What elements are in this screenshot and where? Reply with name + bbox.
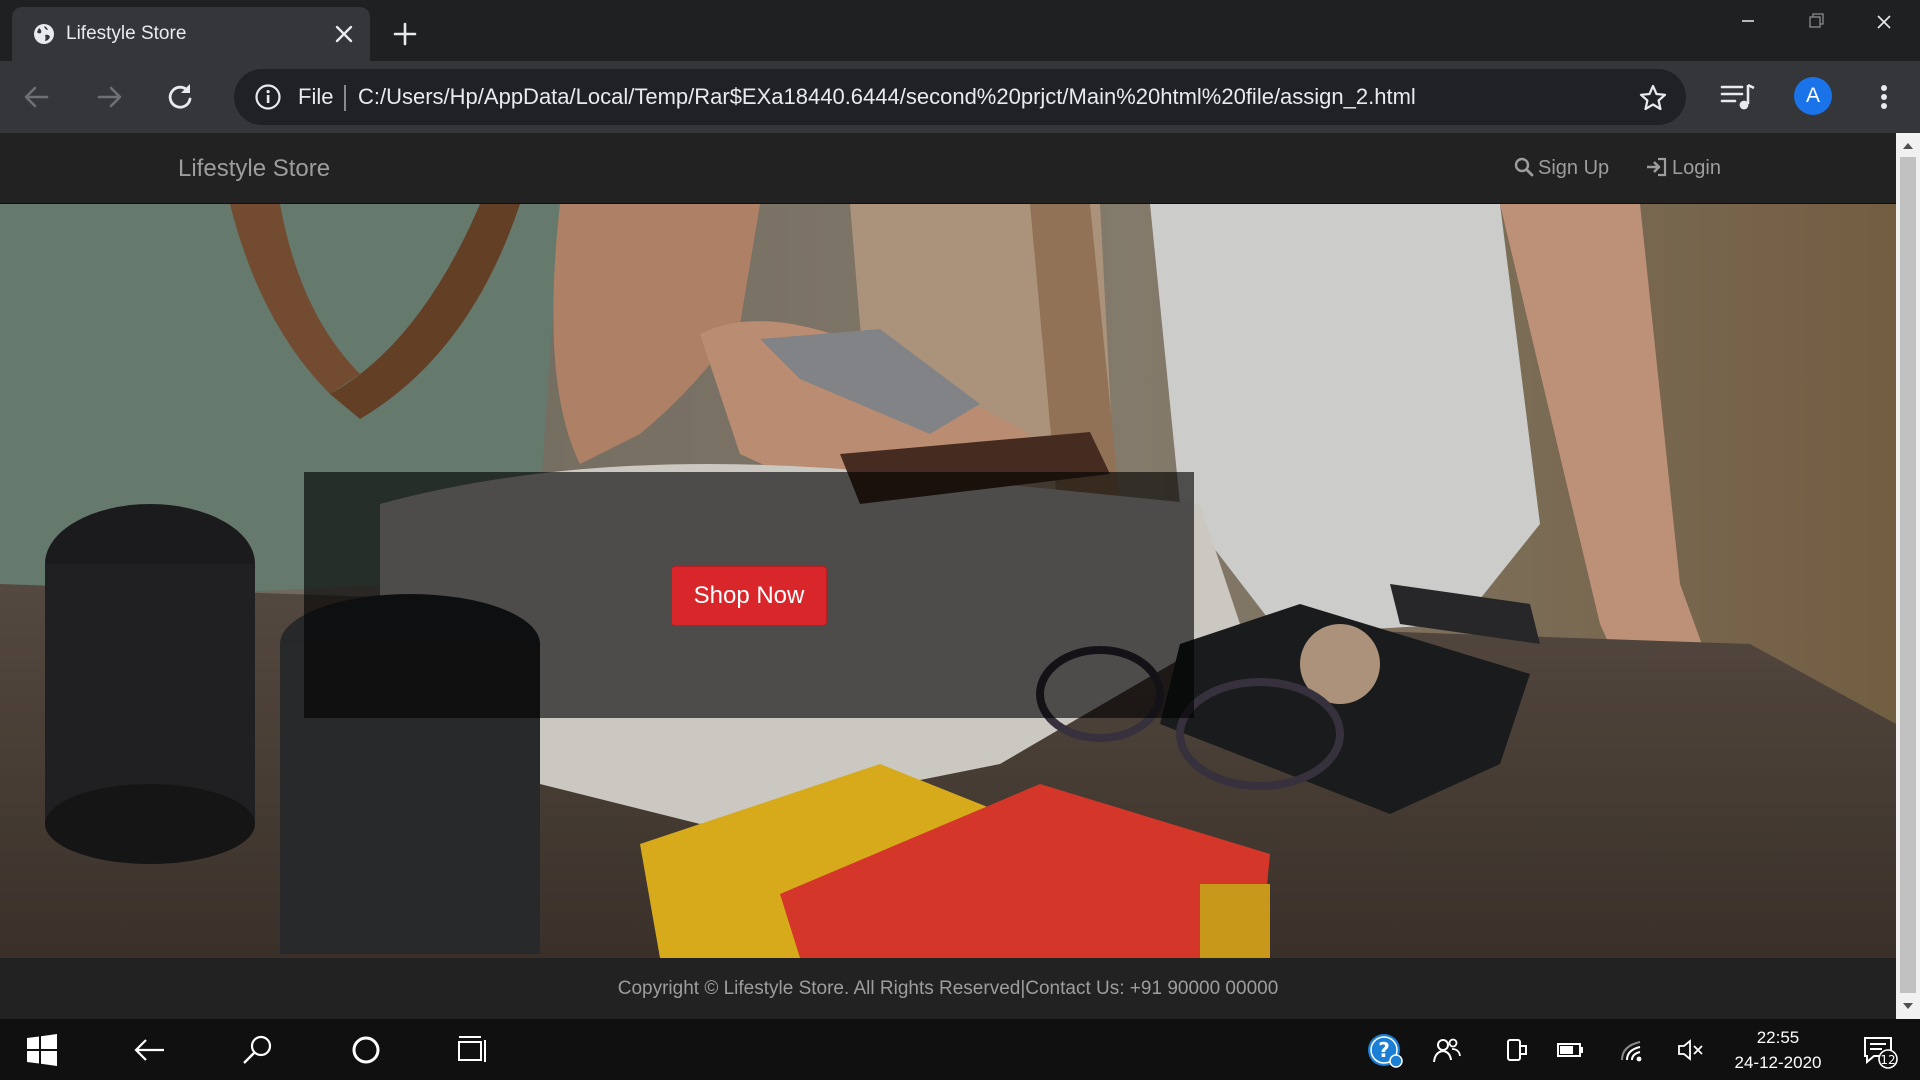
wifi-icon[interactable] xyxy=(1618,1036,1648,1064)
people-icon[interactable] xyxy=(1432,1036,1462,1064)
battery-icon[interactable] xyxy=(1556,1036,1586,1064)
system-clock[interactable]: 22:55 24-12-2020 xyxy=(1720,1025,1836,1075)
signup-label: Sign Up xyxy=(1538,157,1610,179)
windows-taskbar: ? 22:55 24-12-2020 12 xyxy=(0,1019,1920,1080)
notification-count: 12 xyxy=(1880,1053,1895,1067)
browser-tabstrip: Lifestyle Store xyxy=(0,0,1920,61)
cortana-circle-icon[interactable] xyxy=(348,1032,384,1068)
login-label: Login xyxy=(1672,157,1721,179)
taskbar-back-icon[interactable] xyxy=(132,1032,168,1068)
address-scheme-label: File xyxy=(298,84,334,109)
scroll-up-arrow-icon[interactable] xyxy=(1902,141,1914,151)
hero-banner: Shop Now xyxy=(304,472,1194,718)
page-scrollbar[interactable] xyxy=(1896,133,1920,1019)
new-tab-plus-icon[interactable] xyxy=(384,13,426,55)
back-arrow-icon[interactable] xyxy=(14,74,60,120)
task-view-icon[interactable] xyxy=(456,1032,492,1068)
scrollbar-thumb[interactable] xyxy=(1900,157,1916,993)
desktop-screen: Lifestyle Store File C:/Users/Hp/AppData… xyxy=(0,0,1920,1080)
browser-toolbar: File C:/Users/Hp/AppData/Local/Temp/Rar$… xyxy=(0,61,1920,133)
clock-time: 22:55 xyxy=(1756,1028,1800,1047)
site-brand-link[interactable]: Lifestyle Store xyxy=(178,133,330,204)
bookmark-star-icon[interactable] xyxy=(1638,83,1668,113)
address-bar[interactable]: File C:/Users/Hp/AppData/Local/Temp/Rar$… xyxy=(234,69,1686,125)
address-url[interactable]: C:/Users/Hp/AppData/Local/Temp/Rar$EXa18… xyxy=(358,69,1416,125)
help-tips-icon[interactable]: ? xyxy=(1366,1031,1404,1069)
shop-now-button[interactable]: Shop Now xyxy=(671,566,827,626)
windows-start-icon[interactable] xyxy=(24,1032,60,1068)
browser-tab-active[interactable]: Lifestyle Store xyxy=(12,7,370,61)
site-navbar: Lifestyle Store Sign Up Login xyxy=(0,133,1896,204)
reload-icon[interactable] xyxy=(157,74,203,120)
close-window-icon[interactable] xyxy=(1850,0,1918,44)
info-icon[interactable] xyxy=(254,83,282,111)
globe-icon xyxy=(34,24,54,44)
restore-window-icon[interactable] xyxy=(1782,0,1850,44)
minimize-window-icon[interactable] xyxy=(1714,0,1782,44)
action-center-icon[interactable]: 12 xyxy=(1862,1033,1898,1069)
profile-avatar[interactable]: A xyxy=(1794,77,1832,115)
media-queue-icon[interactable] xyxy=(1718,79,1758,115)
scroll-down-arrow-icon[interactable] xyxy=(1902,1001,1914,1011)
taskbar-search-icon[interactable] xyxy=(240,1032,276,1068)
search-icon xyxy=(1514,157,1534,177)
address-separator xyxy=(344,85,346,111)
site-footer: Copyright © Lifestyle Store. All Rights … xyxy=(0,958,1896,1019)
forward-arrow-icon[interactable] xyxy=(86,74,132,120)
tablet-pen-icon[interactable] xyxy=(1500,1036,1530,1064)
tab-title: Lifestyle Store xyxy=(66,23,187,44)
clock-date: 24-12-2020 xyxy=(1734,1053,1822,1072)
signup-link[interactable]: Sign Up xyxy=(1514,133,1609,204)
more-menu-icon[interactable] xyxy=(1864,79,1904,115)
page-viewport: Lifestyle Store Sign Up Login Shop Now C… xyxy=(0,133,1896,1019)
volume-muted-icon[interactable] xyxy=(1676,1036,1706,1064)
svg-text:?: ? xyxy=(1378,1038,1390,1062)
hero-section: Shop Now xyxy=(0,204,1896,958)
login-icon xyxy=(1647,157,1667,177)
close-tab-icon[interactable] xyxy=(328,18,360,50)
login-link[interactable]: Login xyxy=(1646,133,1721,204)
